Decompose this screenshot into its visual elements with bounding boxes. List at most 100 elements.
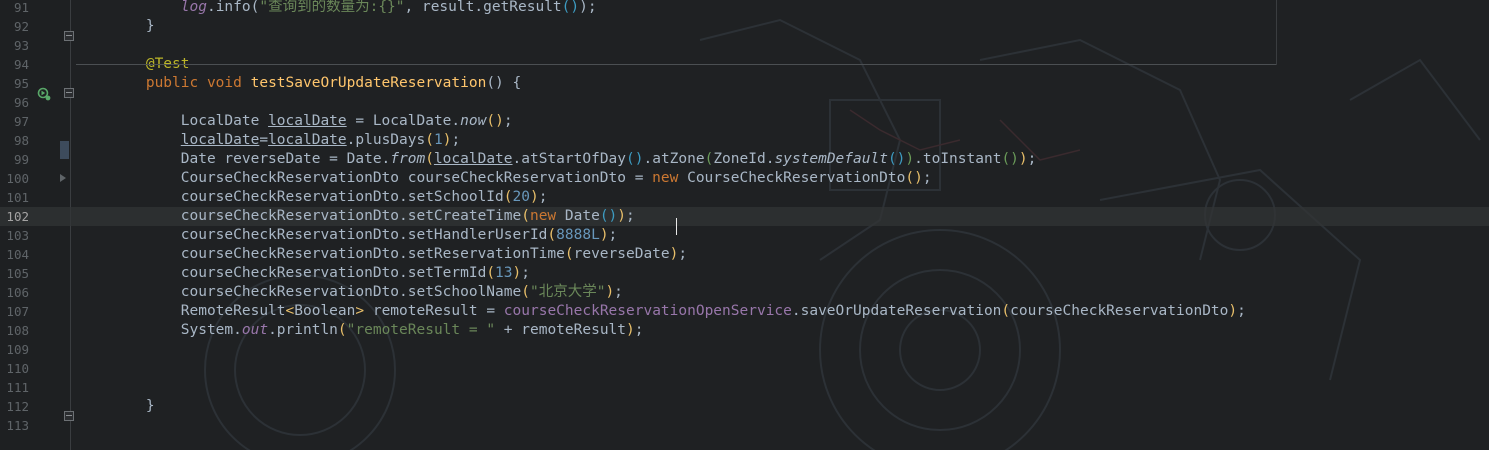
code-token: .println: [268, 322, 338, 338]
line-number: 98: [13, 133, 29, 148]
code-line[interactable]: 110: [0, 359, 1489, 378]
code-line[interactable]: 98 localDate=localDate.plusDays(1);: [0, 131, 1489, 150]
code-line[interactable]: 107 RemoteResult<Boolean> remoteResult =…: [0, 302, 1489, 321]
code-text[interactable]: courseCheckReservationDto.setSchoolId(20…: [76, 188, 548, 207]
line-number: 112: [6, 399, 29, 414]
code-text[interactable]: courseCheckReservationDto.setReservation…: [76, 245, 687, 264]
line-number: 93: [13, 38, 29, 53]
code-text[interactable]: [76, 416, 146, 435]
code-token: ): [905, 151, 915, 167]
code-token: .info(: [206, 0, 260, 15]
code-text[interactable]: Date reverseDate = Date.from(localDate.a…: [76, 150, 1037, 169]
code-line[interactable]: 106 courseCheckReservationDto.setSchoolN…: [0, 283, 1489, 302]
code-token: (): [626, 151, 644, 167]
code-line[interactable]: 96: [0, 93, 1489, 112]
code-text[interactable]: courseCheckReservationDto.setSchoolName(…: [76, 283, 623, 302]
code-text[interactable]: public void testSaveOrUpdateReservation(…: [76, 74, 521, 93]
code-line[interactable]: 105 courseCheckReservationDto.setTermId(…: [0, 264, 1489, 283]
code-token: localDate: [268, 132, 347, 148]
code-editor[interactable]: 91 log.info("查询到的数量为:{}", result.getResu…: [0, 0, 1489, 450]
code-text[interactable]: [76, 93, 146, 112]
code-text[interactable]: courseCheckReservationDto.setCreateTime(…: [76, 207, 635, 226]
code-token: localDate: [268, 113, 347, 129]
line-number: 107: [6, 304, 29, 319]
code-line[interactable]: 97 LocalDate localDate = LocalDate.now()…: [0, 112, 1489, 131]
code-token: ;: [678, 246, 688, 262]
code-line[interactable]: 108 System.out.println("remoteResult = "…: [0, 321, 1489, 340]
code-token: (): [599, 208, 618, 224]
code-token: }: [145, 18, 155, 34]
code-text[interactable]: RemoteResult<Boolean> remoteResult = cou…: [76, 302, 1246, 321]
code-line[interactable]: 104 courseCheckReservationDto.setReserva…: [0, 245, 1489, 264]
code-line[interactable]: 101 courseCheckReservationDto.setSchoolI…: [0, 188, 1489, 207]
code-token: (): [1001, 151, 1019, 167]
code-line[interactable]: 95 public void testSaveOrUpdateReservati…: [0, 74, 1489, 93]
fold-icon[interactable]: [64, 411, 74, 421]
code-text[interactable]: [76, 340, 146, 359]
line-number: 103: [6, 228, 29, 243]
code-text[interactable]: }: [76, 397, 155, 416]
code-text[interactable]: courseCheckReservationDto.setTermId(13);: [76, 264, 530, 283]
code-text[interactable]: courseCheckReservationDto.setHandlerUser…: [76, 226, 618, 245]
code-text[interactable]: CourseCheckReservationDto courseCheckRes…: [76, 169, 932, 188]
code-token: ;: [922, 170, 932, 186]
code-line[interactable]: 99 Date reverseDate = Date.from(localDat…: [0, 150, 1489, 169]
code-token: ): [605, 284, 615, 300]
code-token: ): [626, 322, 635, 338]
breakpoint-arrow-icon[interactable]: [60, 174, 66, 182]
code-token: 13: [495, 265, 513, 281]
code-line[interactable]: 92 }: [0, 17, 1489, 36]
code-token: "北京大学": [529, 284, 606, 300]
code-token: .plusDays: [346, 132, 426, 148]
code-text[interactable]: }: [76, 17, 155, 36]
code-line[interactable]: 100 CourseCheckReservationDto courseChec…: [0, 169, 1489, 188]
code-text[interactable]: LocalDate localDate = LocalDate.now();: [76, 112, 513, 131]
code-text[interactable]: [76, 378, 146, 397]
code-token: ZoneId.: [713, 151, 775, 167]
code-token: , result.getResult: [404, 0, 562, 15]
code-token: (: [486, 265, 496, 281]
code-line[interactable]: 112 }: [0, 397, 1489, 416]
code-token: remoteResult =: [364, 303, 504, 319]
code-token: 20: [512, 189, 530, 205]
code-token: 1: [433, 132, 443, 148]
fold-icon[interactable]: [64, 31, 74, 41]
code-token: ;: [538, 189, 548, 205]
fold-icon[interactable]: [64, 88, 74, 98]
code-token: (: [425, 132, 434, 148]
code-token: System.: [145, 322, 242, 338]
code-line[interactable]: 103 courseCheckReservationDto.setHandler…: [0, 226, 1489, 245]
code-line[interactable]: 109: [0, 340, 1489, 359]
line-number: 105: [6, 266, 29, 281]
run-test-gutter-icon[interactable]: [37, 87, 51, 101]
code-token: ): [1018, 151, 1028, 167]
code-line[interactable]: 102 courseCheckReservationDto.setCreateT…: [0, 207, 1489, 226]
text-caret: [676, 218, 677, 235]
line-number: 95: [13, 76, 29, 91]
code-token: localDate: [180, 132, 260, 148]
code-line[interactable]: 113: [0, 416, 1489, 435]
code-text[interactable]: log.info("查询到的数量为:{}", result.getResult(…: [76, 0, 597, 17]
code-token: (): [486, 113, 504, 129]
bookmark-icon[interactable]: [60, 141, 69, 159]
code-token: ): [599, 227, 609, 243]
code-token: =: [259, 132, 269, 148]
code-token: (): [905, 170, 923, 186]
code-token: ;: [451, 132, 461, 148]
code-token: ): [512, 265, 522, 281]
code-line[interactable]: 93: [0, 36, 1489, 55]
code-line[interactable]: 91 log.info("查询到的数量为:{}", result.getResu…: [0, 0, 1489, 17]
code-text[interactable]: [76, 36, 146, 55]
code-token: ): [1228, 303, 1238, 319]
code-token: ;: [634, 322, 644, 338]
code-token: (): [561, 0, 580, 15]
code-token: .atZone: [643, 151, 705, 167]
code-line[interactable]: 111: [0, 378, 1489, 397]
code-token: now: [460, 113, 487, 129]
code-text[interactable]: System.out.println("remoteResult = " + r…: [76, 321, 644, 340]
code-token: public: [145, 75, 207, 91]
code-text[interactable]: [76, 359, 146, 378]
code-text[interactable]: localDate=localDate.plusDays(1);: [76, 131, 460, 150]
code-token: }: [145, 398, 155, 414]
